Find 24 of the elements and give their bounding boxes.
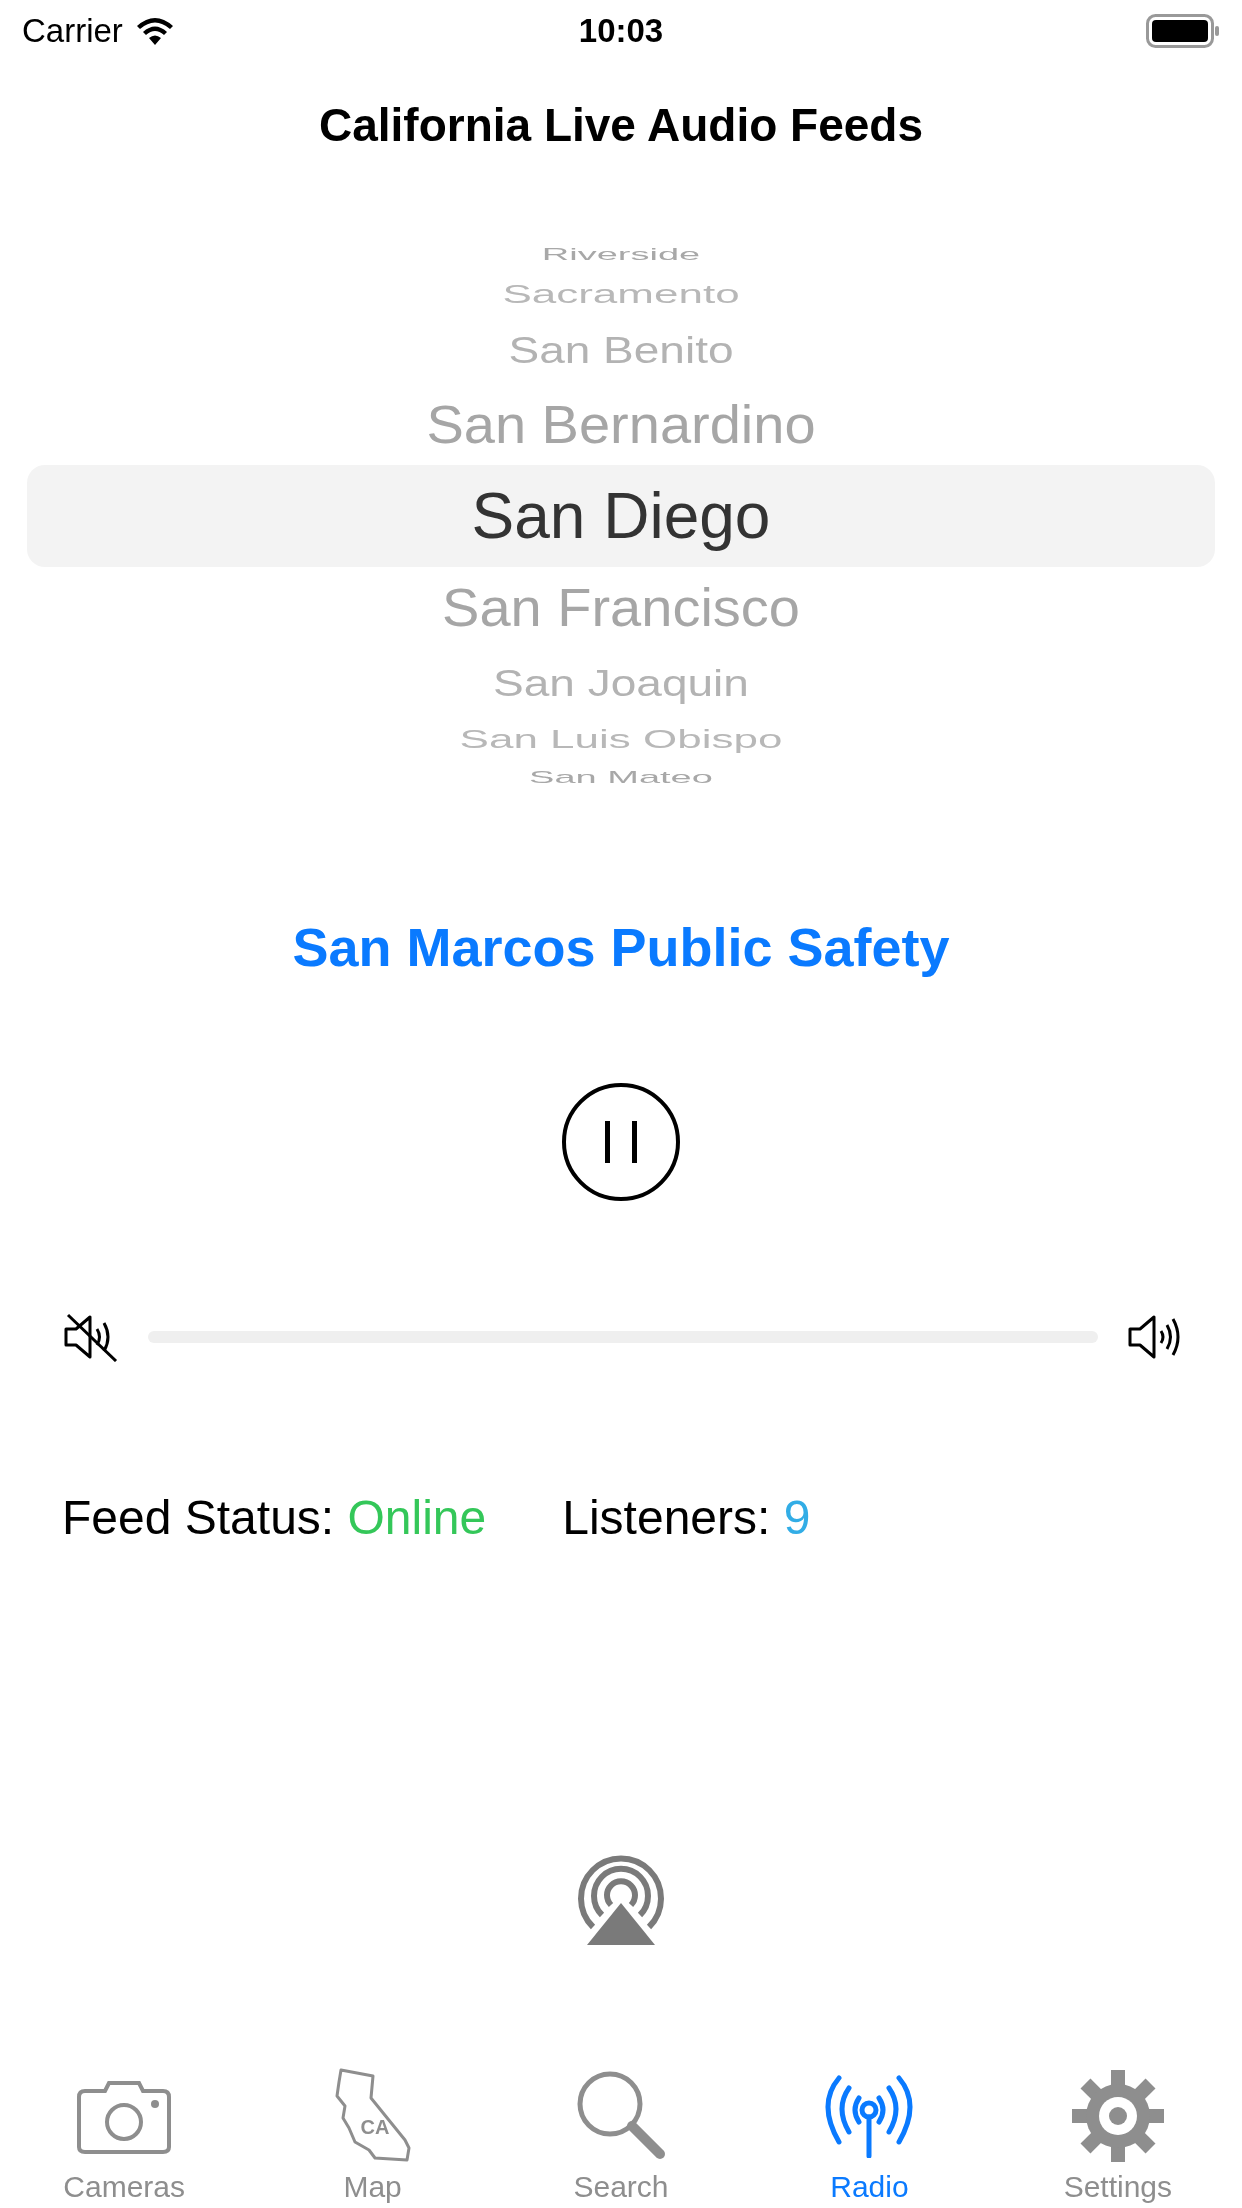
picker-option[interactable]: San Bernardino xyxy=(426,393,816,456)
tab-item[interactable]: Settings xyxy=(993,2044,1242,2204)
battery-icon xyxy=(1146,14,1220,48)
tab-item[interactable]: Search xyxy=(496,2044,746,2204)
listeners-text: Listeners: 9 xyxy=(562,1490,811,1545)
screen-title: California Live Audio Feeds xyxy=(318,98,924,152)
tab-item[interactable]: Radio xyxy=(745,2044,994,2204)
clock-time: 10:03 xyxy=(578,12,664,50)
picker-option[interactable]: Riverside xyxy=(541,245,701,264)
picker-option[interactable]: San Diego xyxy=(471,479,771,553)
picker-option[interactable]: Sacramento xyxy=(502,278,740,309)
tab-item[interactable]: CA Map xyxy=(248,2044,497,2204)
picker-option[interactable]: San Joaquin xyxy=(493,660,749,705)
picker-option[interactable]: San Luis Obispo xyxy=(459,723,783,754)
settings-icon xyxy=(1069,2068,1166,2164)
pause-button[interactable] xyxy=(561,1082,681,1202)
picker-option[interactable]: San Mateo xyxy=(529,768,713,787)
tab-item[interactable]: Cameras xyxy=(0,2044,249,2204)
feed-status-text: Feed Status: Online xyxy=(62,1490,487,1545)
picker-option[interactable]: San Francisco xyxy=(442,576,800,639)
picker-option[interactable]: San Benito xyxy=(508,327,734,372)
mute-icon[interactable] xyxy=(62,1312,120,1362)
carrier-label: Carrier xyxy=(22,12,123,50)
feed-name[interactable]: San Marcos Public Safety xyxy=(292,916,950,978)
